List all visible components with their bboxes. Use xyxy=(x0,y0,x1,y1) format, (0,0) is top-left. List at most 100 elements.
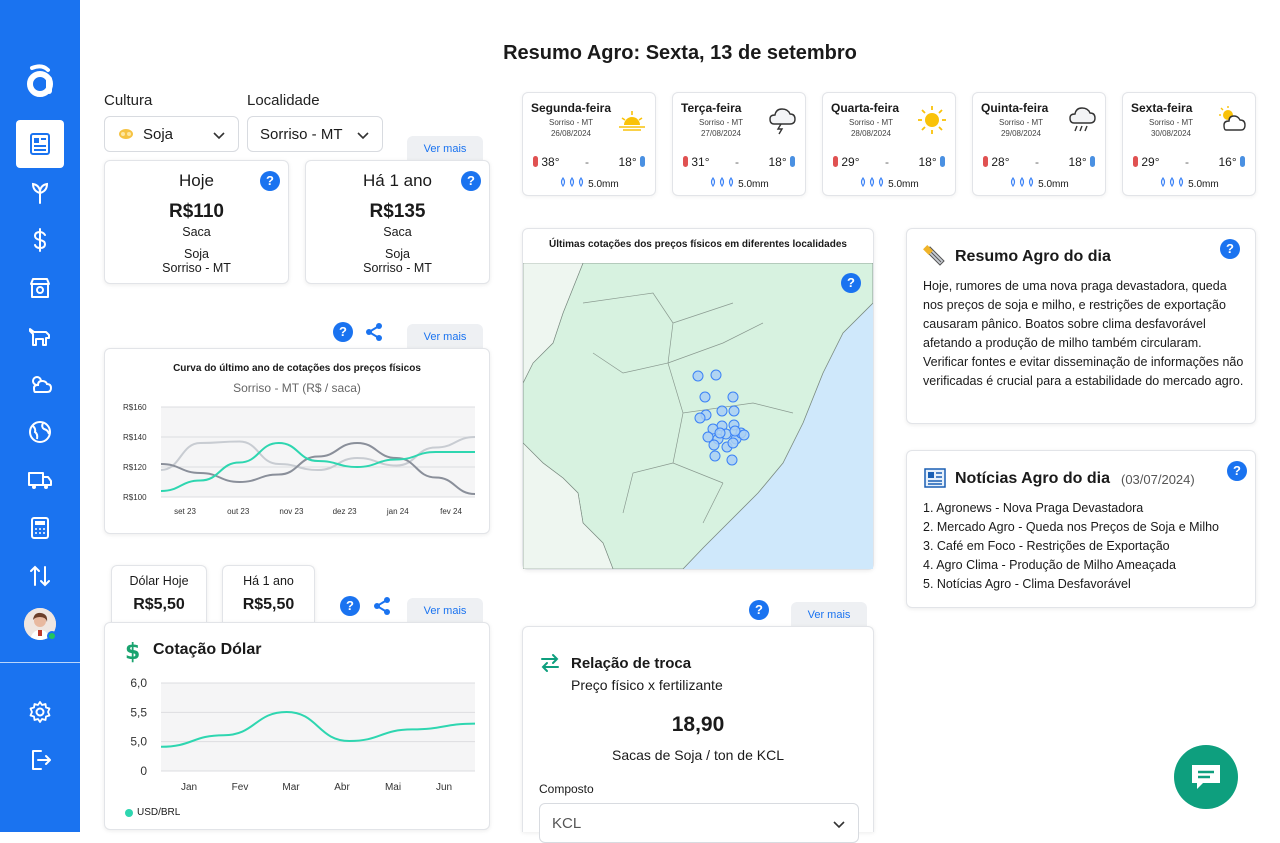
x-tick-label: Jan xyxy=(181,782,197,793)
ver-mais-button[interactable]: Ver mais xyxy=(407,324,483,350)
location-select[interactable]: Sorriso - MT xyxy=(247,116,383,152)
help-icon[interactable]: ? xyxy=(340,596,360,616)
troca-title: Relação de troca xyxy=(571,655,692,672)
temp-max: 28° xyxy=(983,155,1010,169)
chat-button[interactable] xyxy=(1174,745,1238,809)
temp-min-value: 18° xyxy=(918,155,937,169)
troca-value: 18,90 xyxy=(671,713,725,736)
noticias-date: (03/07/2024) xyxy=(1121,472,1195,487)
x-tick-label: jan 24 xyxy=(386,507,409,516)
rain-value: 5.0mm xyxy=(1038,179,1069,190)
weather-card[interactable]: Sexta-feira Sorriso - MT 30/08/2024 29° - 16… xyxy=(1122,92,1256,196)
brazil-map[interactable] xyxy=(523,263,873,569)
temp-max-value: 29° xyxy=(1141,155,1160,169)
price-year-card: Há 1 ano ? R$135 Saca Soja Sorriso - MT xyxy=(305,160,490,284)
culture-label: Cultura xyxy=(104,92,153,109)
thermometer-cold-icon xyxy=(790,156,795,167)
x-tick-label: dez 23 xyxy=(333,507,358,516)
weather-card[interactable]: Quarta-feira Sorriso - MT 28/08/2024 29° - 1… xyxy=(822,92,956,196)
news-item[interactable]: 2. Mercado Agro - Queda nos Preços de So… xyxy=(923,518,1219,537)
help-icon[interactable]: ? xyxy=(749,600,769,620)
dolar-today-value: R$5,50 xyxy=(133,596,185,613)
price-today-location: Sorriso - MT xyxy=(162,261,231,275)
composto-value: KCL xyxy=(552,814,582,832)
price-year-product: Soja xyxy=(384,247,411,261)
x-tick-label: Fev xyxy=(232,782,249,793)
weather-card[interactable]: Quinta-feira Sorriso - MT 29/08/2024 28° - 1… xyxy=(972,92,1106,196)
noticias-title: Notícias Agro do dia xyxy=(955,470,1110,487)
x-tick-label: Mar xyxy=(282,782,300,793)
rain-amount: 5.0mm xyxy=(523,176,655,190)
logout-icon xyxy=(32,750,51,770)
weather-card[interactable]: Segunda-feira Sorriso - MT 26/08/2024 38° -… xyxy=(522,92,656,196)
weather-day: Sexta-feira xyxy=(1131,101,1193,115)
news-item[interactable]: 4. Agro Clima - Produção de Milho Ameaça… xyxy=(923,556,1219,575)
x-tick-label: Abr xyxy=(334,782,350,793)
composto-label: Composto xyxy=(539,782,594,796)
location-value: Sorriso - MT xyxy=(260,125,343,143)
thermometer-cold-icon xyxy=(940,156,945,167)
composto-select[interactable]: KCL xyxy=(539,803,859,843)
nav-logout[interactable] xyxy=(16,736,64,784)
nav-logistics[interactable] xyxy=(16,456,64,504)
dolar-year-tab[interactable]: Há 1 ano R$5,50 xyxy=(222,565,315,623)
help-icon[interactable]: ? xyxy=(260,171,280,191)
weather-date: 27/08/2024 xyxy=(700,129,742,138)
rain-value: 5.0mm xyxy=(1188,179,1219,190)
help-icon[interactable]: ? xyxy=(333,322,353,342)
share-icon[interactable] xyxy=(372,596,392,616)
weather-location: Sorriso - MT xyxy=(849,118,893,127)
troca-subtitle: Preço físico x fertilizante xyxy=(571,677,723,693)
nav-cultures[interactable] xyxy=(16,168,64,216)
page-title: Resumo Agro: Sexta, 13 de setembro xyxy=(503,42,857,64)
culture-select[interactable]: Soja xyxy=(104,116,239,152)
rain-value: 5.0mm xyxy=(588,179,619,190)
nav-prices[interactable] xyxy=(16,216,64,264)
ver-mais-button[interactable]: Ver mais xyxy=(791,602,867,628)
temp-min: 18° xyxy=(1069,155,1095,169)
price-curve-chart: R$160 R$140 R$120 R$100 set 23 out 23 nov 23 de… xyxy=(123,403,476,516)
resumo-text: Hoje, rumores de uma nova praga devastad… xyxy=(923,279,1244,388)
dolar-today-tab[interactable]: Dólar Hoje R$5,50 xyxy=(111,565,207,623)
news-item[interactable]: 5. Notícias Agro - Clima Desfavorável xyxy=(923,575,1219,594)
nav-weather[interactable] xyxy=(16,360,64,408)
nav-store[interactable] xyxy=(16,264,64,312)
ver-mais-button[interactable]: Ver mais xyxy=(407,598,483,624)
temp-max-value: 31° xyxy=(691,155,710,169)
help-icon[interactable]: ? xyxy=(1220,239,1240,259)
news-item[interactable]: 3. Café em Foco - Restrições de Exportaç… xyxy=(923,537,1219,556)
help-icon[interactable]: ? xyxy=(1227,461,1247,481)
news-item[interactable]: 1. Agronews - Nova Praga Devastadora xyxy=(923,499,1219,518)
weather-icon xyxy=(32,376,53,393)
map-title: Últimas cotações dos preços físicos em d… xyxy=(549,239,847,250)
temp-max: 29° xyxy=(1133,155,1160,169)
resumo-title: Resumo Agro do dia xyxy=(955,248,1111,265)
share-icon[interactable] xyxy=(364,322,384,342)
price-curve-card: Curva do último ano de cotações dos preç… xyxy=(104,348,490,534)
rain-drops-icon xyxy=(711,176,734,188)
dolar-card: $ Cotação Dólar 6,0 5,5 5,0 0 Jan Fev Mar Abr Ma… xyxy=(104,622,490,830)
temp-min: 18° xyxy=(768,155,795,169)
weather-date: 30/08/2024 xyxy=(1150,129,1192,138)
temp-max-value: 28° xyxy=(991,155,1010,169)
nav-globe[interactable] xyxy=(16,408,64,456)
rain-drops-icon xyxy=(861,176,884,188)
weather-card[interactable]: Terça-feira Sorriso - MT 27/08/2024 31° - 18… xyxy=(672,92,806,196)
app-logo[interactable] xyxy=(24,62,56,98)
temp-min: 16° xyxy=(1219,155,1245,169)
nav-trade[interactable] xyxy=(16,552,64,600)
chart-legend: USD/BRL xyxy=(125,807,180,818)
help-icon[interactable]: ? xyxy=(461,171,481,191)
temp-min-value: 18° xyxy=(768,155,787,169)
rain-drops-icon xyxy=(1011,176,1034,188)
nav-dashboard[interactable] xyxy=(16,120,64,168)
price-year-location: Sorriso - MT xyxy=(363,261,432,275)
nav-settings[interactable] xyxy=(16,688,64,736)
temp-max-value: 38° xyxy=(541,155,560,169)
ver-mais-button[interactable]: Ver mais xyxy=(407,136,483,162)
price-year-value: R$135 xyxy=(369,201,426,222)
help-icon[interactable]: ? xyxy=(841,273,861,293)
nav-livestock[interactable] xyxy=(16,312,64,360)
nav-calculator[interactable] xyxy=(16,504,64,552)
temp-max: 29° xyxy=(833,155,860,169)
